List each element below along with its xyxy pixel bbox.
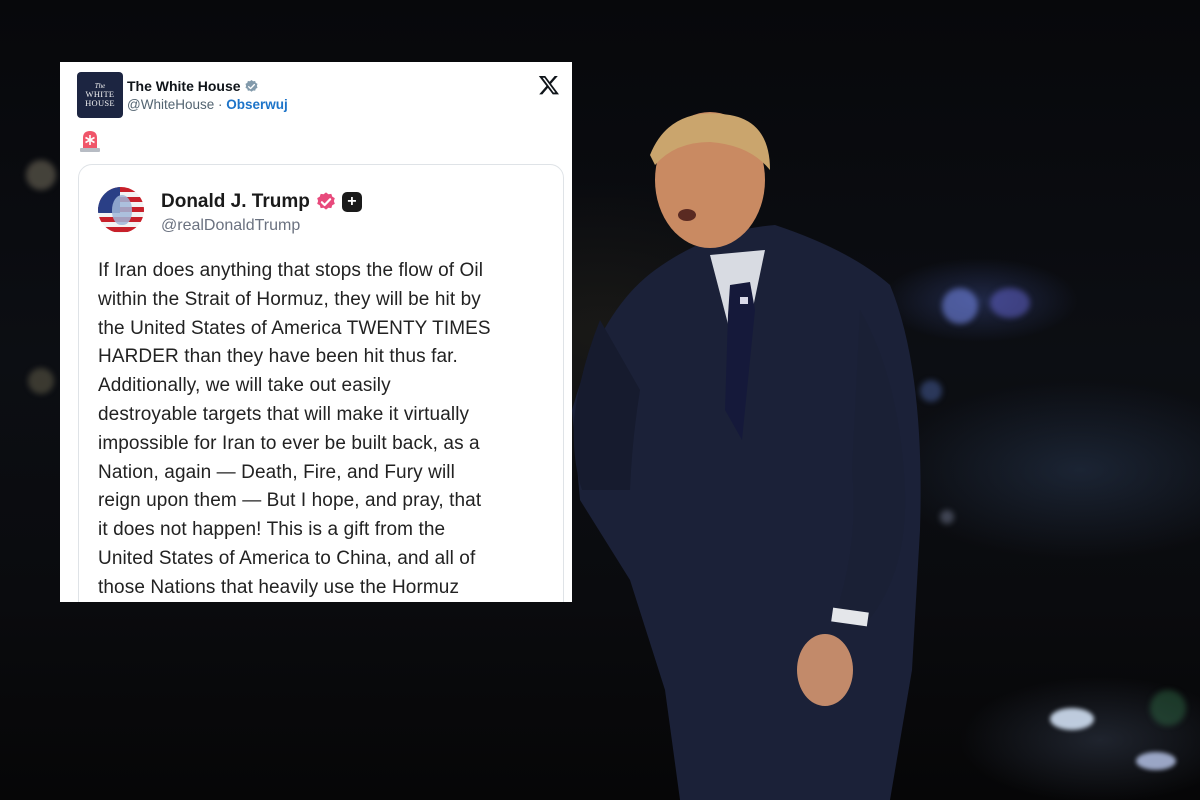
account-name[interactable]: The White House <box>127 78 241 94</box>
bokeh-light <box>1150 690 1186 726</box>
follow-button[interactable]: Obserwuj <box>226 97 288 112</box>
quoted-post[interactable]: Donald J. Trump + @realDonaldTrump If Ir… <box>78 164 564 602</box>
siren-icon <box>80 131 100 152</box>
account-handle[interactable]: @WhiteHouse <box>127 97 214 112</box>
account-info: The White House @WhiteHouse · Obserwuj <box>127 78 288 112</box>
pink-verified-badge-icon <box>317 192 335 210</box>
post-line: reign upon them — But I hope, and pray, … <box>98 490 482 512</box>
post-line: Additionally, we will take out easily <box>98 375 391 397</box>
white-house-avatar[interactable]: The WHITE HOUSE <box>77 72 123 118</box>
account-subline: @WhiteHouse · Obserwuj <box>127 97 288 112</box>
post-line: within the Strait of Hormuz, they will b… <box>98 288 481 310</box>
bokeh-light <box>990 288 1030 318</box>
post-line: the United States of America TWENTY TIME… <box>98 317 491 339</box>
verified-badge-icon <box>245 79 258 92</box>
bokeh-light <box>1050 708 1094 730</box>
man-in-suit-figure <box>572 112 921 800</box>
avatar-face <box>112 195 132 225</box>
post-line: If Iran does anything that stops the flo… <box>98 260 484 281</box>
bokeh-light <box>26 160 56 190</box>
bokeh-light <box>1136 752 1176 770</box>
quoted-post-body: If Iran does anything that stops the flo… <box>98 257 550 602</box>
post-line: those Nations that heavily use the Hormu… <box>98 576 460 598</box>
post-line: HARDER than they have been hit thus far. <box>98 346 458 368</box>
plus-badge-icon: + <box>341 192 362 212</box>
tweet-header: The WHITE HOUSE The White House @WhiteHo… <box>77 72 288 118</box>
account-name-row: The White House <box>127 78 288 94</box>
separator-dot: · <box>218 97 223 112</box>
post-line: Nation, again — Death, Fire, and Fury wi… <box>98 461 455 483</box>
quoted-author-handle[interactable]: @realDonaldTrump <box>161 217 300 235</box>
avatar-text: HOUSE <box>85 97 115 108</box>
x-logo-icon[interactable] <box>538 74 560 96</box>
quoted-author-row: Donald J. Trump + <box>161 191 362 213</box>
bokeh-light <box>28 368 54 394</box>
post-line: United States of America to China, and a… <box>98 547 476 569</box>
trump-avatar[interactable] <box>98 187 144 233</box>
post-line: impossible for Iran to ever be built bac… <box>98 432 480 454</box>
quoted-author-name[interactable]: Donald J. Trump <box>161 191 310 213</box>
tweet-card[interactable]: The WHITE HOUSE The White House @WhiteHo… <box>60 62 572 602</box>
post-line: destroyable targets that will make it vi… <box>98 403 470 425</box>
post-line: it does not happen! This is a gift from … <box>98 519 446 541</box>
